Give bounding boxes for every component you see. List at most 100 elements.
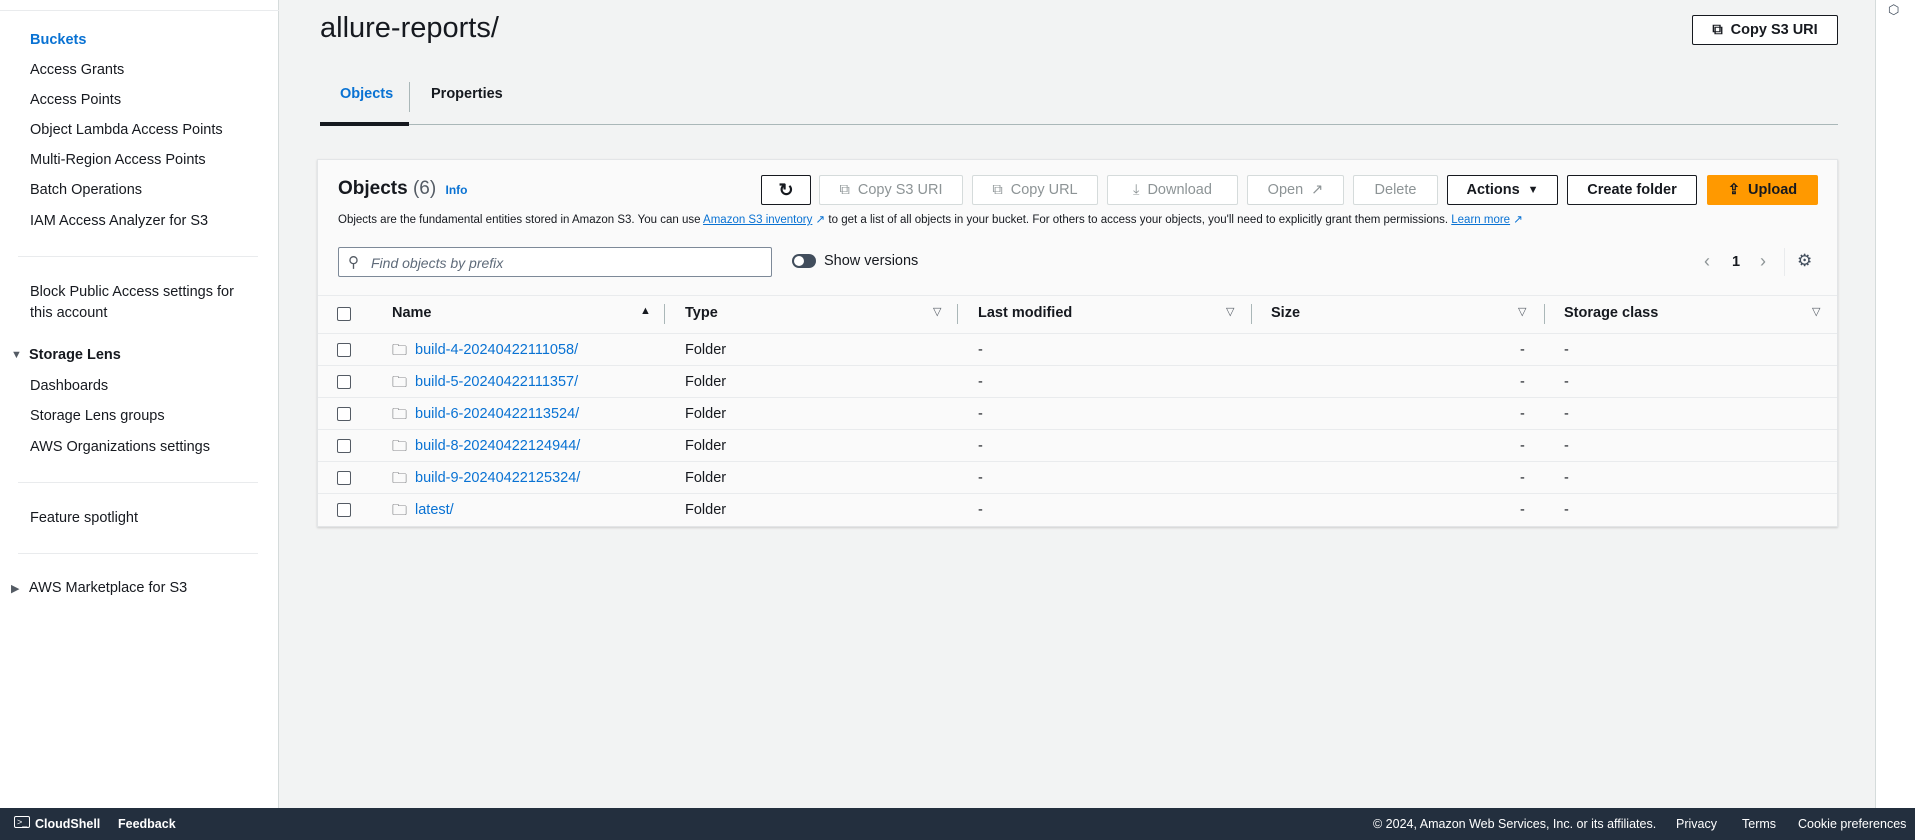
- sidebar-item-dashboards[interactable]: Dashboards: [30, 378, 108, 394]
- row-checkbox[interactable]: [337, 439, 351, 453]
- table-row: 🗀 build-8-20240422124944/ Folder - - -: [318, 429, 1837, 461]
- column-size[interactable]: Size: [1271, 305, 1300, 321]
- sort-icon[interactable]: ▽: [1226, 305, 1234, 318]
- object-storage-class: -: [1564, 342, 1569, 358]
- sidebar-item-access-grants[interactable]: Access Grants: [30, 62, 124, 78]
- table-row: 🗀 build-6-20240422113524/ Folder - - -: [318, 397, 1837, 429]
- copy-icon: ⧉: [1712, 22, 1723, 38]
- prev-page-icon[interactable]: ‹: [1704, 251, 1710, 272]
- search-input[interactable]: ⚲ Find objects by prefix: [338, 247, 772, 277]
- privacy-link[interactable]: Privacy: [1676, 817, 1717, 831]
- copy-s3-uri-header-button[interactable]: ⧉ Copy S3 URI: [1692, 15, 1838, 45]
- label: Open: [1267, 182, 1304, 198]
- refresh-button[interactable]: ↻: [761, 175, 811, 205]
- object-storage-class: -: [1564, 470, 1569, 486]
- column-divider[interactable]: [957, 304, 958, 324]
- search-icon: ⚲: [348, 254, 359, 271]
- row-checkbox[interactable]: [337, 375, 351, 389]
- sidebar-item-multi-region[interactable]: Multi-Region Access Points: [30, 152, 206, 168]
- sidebar-item-batch-operations[interactable]: Batch Operations: [30, 182, 142, 198]
- sidebar-item-object-lambda[interactable]: Object Lambda Access Points: [30, 122, 223, 138]
- row-checkbox[interactable]: [337, 503, 351, 517]
- upload-icon: ⇪: [1727, 182, 1740, 198]
- sidebar-item-org-settings[interactable]: AWS Organizations settings: [30, 439, 210, 455]
- object-last-modified: -: [978, 470, 983, 486]
- table-row: 🗀 latest/ Folder - - -: [318, 493, 1837, 525]
- sort-icon[interactable]: ▽: [933, 305, 941, 318]
- sidebar-item-buckets[interactable]: Buckets: [30, 32, 86, 48]
- next-page-icon[interactable]: ›: [1760, 251, 1766, 272]
- sidebar-item-storage-lens-groups[interactable]: Storage Lens groups: [30, 408, 165, 424]
- object-name-link[interactable]: build-5-20240422111357/: [415, 374, 578, 390]
- sort-icon[interactable]: ▽: [1518, 305, 1526, 318]
- caret-down-icon[interactable]: ▼: [11, 349, 22, 361]
- tabs-divider: [320, 124, 1838, 125]
- object-name-link[interactable]: build-4-20240422111058/: [415, 342, 578, 358]
- page-number[interactable]: 1: [1732, 254, 1740, 270]
- cookie-preferences-link[interactable]: Cookie preferences: [1798, 817, 1906, 831]
- footer: >_ CloudShell Feedback © 2024, Amazon We…: [0, 808, 1915, 840]
- column-last-modified[interactable]: Last modified: [978, 305, 1072, 321]
- tab-properties[interactable]: Properties: [431, 86, 503, 102]
- column-type[interactable]: Type: [685, 305, 718, 321]
- divider: [18, 482, 258, 483]
- table-row: 🗀 build-4-20240422111058/ Folder - - -: [318, 333, 1837, 365]
- sort-icon[interactable]: ▽: [1812, 305, 1820, 318]
- create-folder-button[interactable]: Create folder: [1567, 175, 1697, 205]
- table-row: 🗀 build-9-20240422125324/ Folder - - -: [318, 461, 1837, 493]
- sidebar-item-iam-analyzer[interactable]: IAM Access Analyzer for S3: [30, 213, 208, 229]
- object-name-link[interactable]: build-8-20240422124944/: [415, 438, 580, 454]
- label: Delete: [1374, 182, 1417, 198]
- row-checkbox[interactable]: [337, 343, 351, 357]
- sidebar-item-feature-spotlight[interactable]: Feature spotlight: [30, 510, 138, 526]
- column-storage-class[interactable]: Storage class: [1564, 305, 1658, 321]
- object-last-modified: -: [978, 406, 983, 422]
- open-button[interactable]: Open ↗: [1247, 175, 1344, 205]
- object-name-link[interactable]: build-9-20240422125324/: [415, 470, 580, 486]
- folder-icon: 🗀: [392, 470, 408, 487]
- actions-dropdown[interactable]: Actions ▼: [1447, 175, 1558, 205]
- objects-description: Objects are the fundamental entities sto…: [338, 212, 1523, 226]
- caret-right-icon[interactable]: ▶: [11, 582, 19, 595]
- cloudshell-button[interactable]: CloudShell: [35, 817, 100, 831]
- copy-s3-uri-button[interactable]: ⧉ Copy S3 URI: [819, 175, 963, 205]
- tab-objects[interactable]: Objects: [340, 86, 393, 102]
- copy-icon: ⧉: [839, 182, 850, 198]
- terms-link[interactable]: Terms: [1742, 817, 1776, 831]
- sort-ascending-icon[interactable]: ▲: [640, 305, 651, 317]
- learn-more-link[interactable]: Learn more: [1451, 214, 1510, 226]
- folder-icon: 🗀: [392, 342, 408, 359]
- copy-url-button[interactable]: ⧉ Copy URL: [972, 175, 1098, 205]
- divider: [18, 553, 258, 554]
- column-divider[interactable]: [1544, 304, 1545, 324]
- show-versions-toggle[interactable]: [792, 254, 816, 268]
- gear-icon[interactable]: ⚙: [1797, 251, 1812, 271]
- upload-button[interactable]: ⇪ Upload: [1707, 175, 1818, 205]
- download-button[interactable]: ⤓ Download: [1107, 175, 1238, 205]
- object-name-link[interactable]: latest/: [415, 502, 454, 518]
- label: Copy URL: [1010, 182, 1078, 198]
- select-all-checkbox[interactable]: [337, 307, 351, 321]
- delete-button[interactable]: Delete: [1353, 175, 1438, 205]
- row-checkbox[interactable]: [337, 407, 351, 421]
- info-link[interactable]: Info: [446, 183, 468, 197]
- column-name[interactable]: Name: [392, 305, 432, 321]
- feedback-button[interactable]: Feedback: [118, 817, 176, 831]
- help-panel-icon[interactable]: ⬡: [1888, 2, 1899, 18]
- column-divider[interactable]: [1251, 304, 1252, 324]
- inventory-link[interactable]: Amazon S3 inventory: [703, 214, 812, 226]
- label: this account: [30, 305, 108, 321]
- object-last-modified: -: [978, 374, 983, 390]
- column-divider[interactable]: [664, 304, 665, 324]
- sidebar-item-block-public-access[interactable]: Block Public Access settings for this acc…: [30, 284, 234, 321]
- object-type: Folder: [685, 502, 727, 518]
- sidebar-section-storage-lens[interactable]: Storage Lens: [29, 347, 121, 363]
- object-last-modified: -: [978, 502, 983, 518]
- sidebar-item-access-points[interactable]: Access Points: [30, 92, 121, 108]
- show-versions-label: Show versions: [824, 253, 919, 269]
- table-header: Name ▲ Type ▽ Last modified ▽ Size ▽ Sto…: [318, 297, 1837, 331]
- object-name-link[interactable]: build-6-20240422113524/: [415, 406, 579, 422]
- row-checkbox[interactable]: [337, 471, 351, 485]
- sidebar-item-marketplace[interactable]: AWS Marketplace for S3: [29, 580, 187, 596]
- external-link-icon: ↗: [1510, 214, 1523, 226]
